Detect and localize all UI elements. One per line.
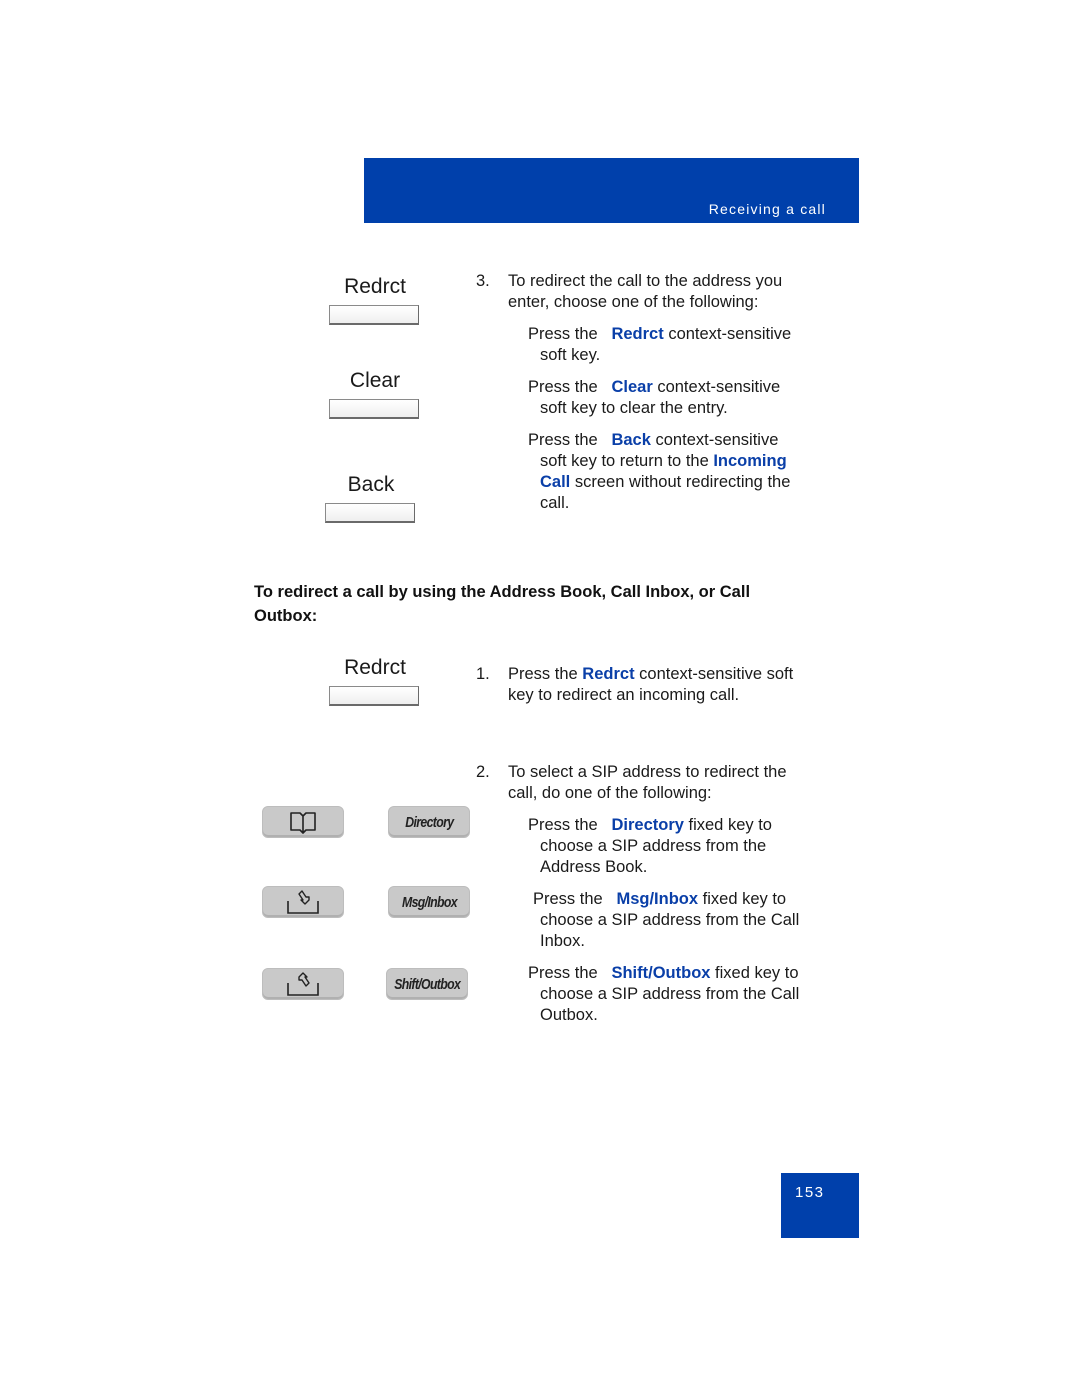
text-line: Press the Msg/Inbox fixed key to <box>533 889 833 910</box>
text: fixed key to <box>683 816 772 834</box>
softkey-button-clear[interactable] <box>329 399 419 419</box>
msg-inbox-key-label: Msg/Inbox <box>401 893 458 911</box>
text-line: call, do one of the following: <box>508 784 712 802</box>
step-3-intro: To redirect the call to the address you … <box>508 271 828 313</box>
text: fixed key to <box>698 890 787 908</box>
step-2-option-directory: Press the Directory fixed key to choose … <box>528 815 828 878</box>
key-name: Msg/Inbox <box>616 890 699 908</box>
address-book-key[interactable] <box>262 806 344 838</box>
text: context-sensitive soft <box>634 665 794 683</box>
step-3-option-redrct: Press the Redrct context-sensitive soft … <box>528 324 828 366</box>
key-name: Redrct <box>611 325 664 343</box>
softkey-label: Back <box>347 473 395 496</box>
softkey-redrct: Redrct <box>329 275 421 325</box>
inbox-icon <box>287 890 319 914</box>
address-book-icon <box>290 812 316 834</box>
softkey-clear: Clear <box>329 369 421 419</box>
text: Press the <box>528 964 603 982</box>
text-line: soft key. <box>540 346 601 364</box>
softkey-button-redrct[interactable] <box>329 305 419 325</box>
text-line: Press the Redrct context-sensitive soft <box>508 664 828 685</box>
text-line: To redirect the call to the address you <box>508 272 783 290</box>
text-line: Outbox. <box>540 1006 598 1024</box>
key-name: Redrct <box>582 665 635 683</box>
text: Press the <box>508 665 583 683</box>
step-3-number: 3. <box>476 272 490 290</box>
inbox-key[interactable] <box>262 886 344 918</box>
chapter-header-band: Receiving a call <box>364 158 859 223</box>
step-2-number: 2. <box>476 763 490 781</box>
shift-outbox-key-label: Shift/Outbox <box>394 975 461 993</box>
text-line: choose a SIP address from the Call <box>540 985 800 1003</box>
softkey-label: Redrct <box>344 275 406 298</box>
step-1-number: 1. <box>476 665 490 683</box>
softkey-back: Back <box>325 473 417 523</box>
step-2-intro: To select a SIP address to redirect the … <box>508 762 828 804</box>
softkey-redrct-2: Redrct <box>329 656 421 706</box>
text-line: enter, choose one of the following: <box>508 293 759 311</box>
screen-name: Call <box>540 473 571 491</box>
step-2-option-shift-outbox: Press the Shift/Outbox fixed key to choo… <box>528 963 828 1026</box>
text: context-sensitive <box>652 378 781 396</box>
key-name: Back <box>611 431 651 449</box>
outbox-key[interactable] <box>262 968 344 1000</box>
text-line: Call screen without redirecting the <box>528 472 828 493</box>
text: screen without redirecting the <box>570 473 791 491</box>
step-1-text: Press the Redrct context-sensitive soft … <box>508 664 828 706</box>
chapter-title: Receiving a call <box>708 201 826 217</box>
text-line: soft key to return to the Incoming <box>528 451 828 472</box>
directory-key-label: Directory <box>404 813 454 831</box>
text: context-sensitive <box>663 325 792 343</box>
text-line: Press the Redrct context-sensitive <box>528 324 828 345</box>
text: fixed key to <box>710 964 799 982</box>
softkey-button-back[interactable] <box>325 503 415 523</box>
outbox-icon <box>287 972 319 996</box>
key-name: Clear <box>611 378 653 396</box>
text-line: Press the Shift/Outbox fixed key to <box>528 963 828 984</box>
step-3-option-clear: Press the Clear context-sensitive soft k… <box>528 377 828 419</box>
text: Press the <box>533 890 608 908</box>
text-line: Address Book. <box>540 858 648 876</box>
directory-key[interactable]: Directory <box>388 806 470 838</box>
text-line: choose a SIP address from the Call <box>540 911 800 929</box>
key-name: Directory <box>611 816 684 834</box>
shift-outbox-key[interactable]: Shift/Outbox <box>386 968 468 1000</box>
procedure-heading: To redirect a call by using the Address … <box>254 583 751 625</box>
softkey-label: Clear <box>349 369 401 392</box>
text-line: Press the Directory fixed key to <box>528 815 828 836</box>
key-name: Shift/Outbox <box>611 964 711 982</box>
text: context-sensitive <box>650 431 779 449</box>
text: Press the <box>528 431 603 449</box>
step-2-option-msg-inbox: Press the Msg/Inbox fixed key to choose … <box>533 889 833 952</box>
text-line: Press the Clear context-sensitive <box>528 377 828 398</box>
text-line: To select a SIP address to redirect the <box>508 763 787 781</box>
text-line: call. <box>540 494 570 512</box>
page-number-box: 153 <box>781 1173 859 1238</box>
text-line: key to redirect an incoming call. <box>508 686 740 704</box>
step-3-option-back: Press the Back context-sensitive soft ke… <box>528 430 828 514</box>
softkey-label: Redrct <box>344 656 406 679</box>
text: Press the <box>528 816 603 834</box>
softkey-button-redrct[interactable] <box>329 686 419 706</box>
page-number: 153 <box>795 1184 825 1201</box>
text-line: soft key to clear the entry. <box>540 399 728 417</box>
msg-inbox-key[interactable]: Msg/Inbox <box>388 886 470 918</box>
text: soft key to return to the <box>540 452 714 470</box>
text-line: choose a SIP address from the <box>540 837 767 855</box>
text: Press the <box>528 325 603 343</box>
screen-name: Incoming <box>713 452 787 470</box>
text-line: Press the Back context-sensitive <box>528 430 828 451</box>
text: Press the <box>528 378 603 396</box>
text-line: Inbox. <box>540 932 585 950</box>
